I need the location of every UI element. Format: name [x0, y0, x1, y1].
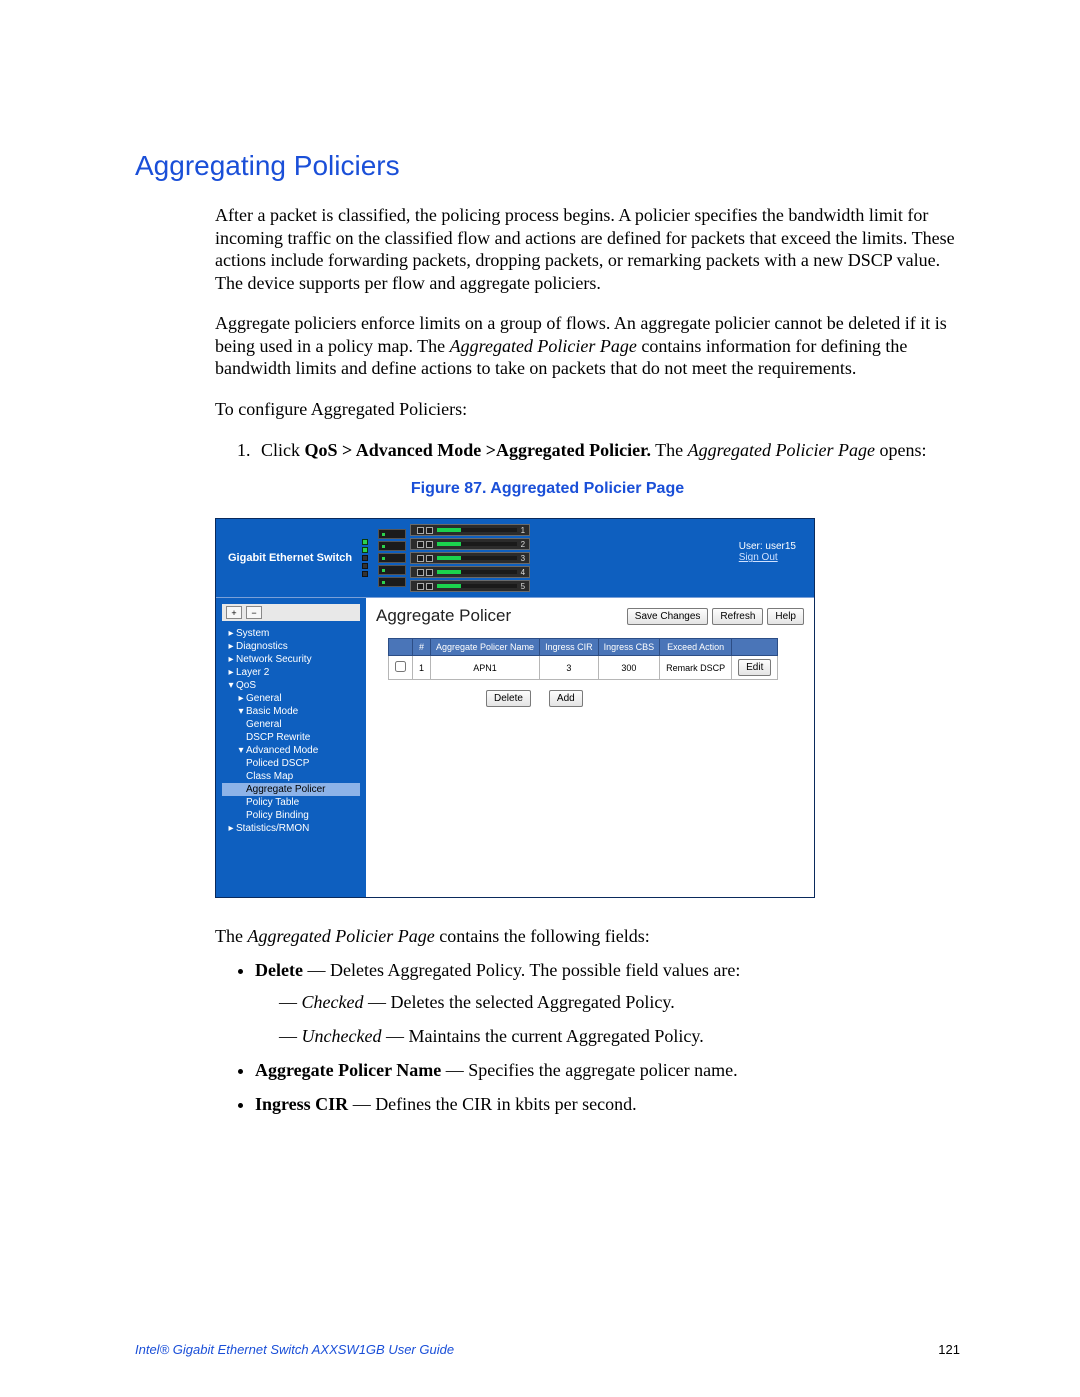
field-apn-desc: — Specifies the aggregate policer name. [441, 1060, 737, 1080]
help-button[interactable]: Help [767, 608, 804, 625]
p2-em: Aggregated Policier Page [450, 336, 637, 356]
figure-caption: Figure 87. Aggregated Policier Page [135, 480, 960, 498]
page-number: 121 [938, 1342, 960, 1357]
tree-system-label: System [236, 628, 269, 639]
tree-policed-dscp[interactable]: Policed DSCP [222, 757, 360, 770]
tree-dscp-rewrite[interactable]: DSCP Rewrite [222, 731, 360, 744]
chassis-graphic: 1 2 3 4 5 [410, 520, 530, 596]
tree-qos[interactable]: ▾QoS [222, 679, 360, 692]
step-1: Click QoS > Advanced Mode >Aggregated Po… [255, 438, 960, 462]
value-checked: Checked — Deletes the selected Aggregate… [279, 989, 960, 1017]
field-delete-desc: — Deletes Aggregated Policy. The possibl… [303, 960, 740, 980]
policer-table: # Aggregate Policer Name Ingress CIR Ing… [388, 638, 778, 680]
intro-paragraph-2: Aggregate policiers enforce limits on a … [215, 312, 960, 380]
row-index: 1 [413, 656, 431, 680]
add-button[interactable]: Add [549, 690, 583, 707]
row-checkbox[interactable] [395, 661, 406, 672]
user-block: User: user15 Sign Out [739, 541, 796, 563]
content-title: Aggregate Policer [376, 606, 511, 626]
th-exceed: Exceed Action [660, 639, 732, 656]
checked-desc: — Deletes the selected Aggregated Policy… [363, 992, 674, 1012]
configure-lead: To configure Aggregated Policiers: [215, 398, 960, 421]
tree-basic-mode[interactable]: ▾Basic Mode [222, 705, 360, 718]
expand-all-button[interactable]: + [226, 606, 242, 619]
field-apn: Aggregate Policer Name — Specifies the a… [255, 1057, 960, 1085]
step1-mid: The [651, 440, 688, 460]
tree-basic-label: Basic Mode [246, 706, 298, 717]
tree-diagnostics[interactable]: ▸Diagnostics [222, 640, 360, 653]
fields-lead-em: Aggregated Policier Page [247, 926, 434, 946]
screenshot: Gigabit Ethernet Switch 1 2 3 4 5 [215, 518, 815, 898]
th-action [732, 639, 778, 656]
fields-lead-post: contains the following fields: [435, 926, 650, 946]
field-cir-label: Ingress CIR [255, 1094, 348, 1114]
section-heading: Aggregating Policiers [135, 150, 960, 182]
th-index: # [413, 639, 431, 656]
sign-out-link[interactable]: Sign Out [739, 552, 778, 563]
steps-list: Click QoS > Advanced Mode >Aggregated Po… [255, 438, 960, 462]
step1-post: opens: [875, 440, 927, 460]
delete-values: Checked — Deletes the selected Aggregate… [279, 989, 960, 1051]
led-column [362, 533, 374, 583]
row-exceed: Remark DSCP [660, 656, 732, 680]
user-label: User: user15 [739, 541, 796, 552]
unchecked-desc: — Maintains the current Aggregated Polic… [381, 1026, 703, 1046]
tree-advanced-label: Advanced Mode [246, 745, 318, 756]
content-area: Aggregate Policer Save Changes Refresh H… [366, 598, 814, 897]
page-footer: Intel® Gigabit Ethernet Switch AXXSW1GB … [135, 1342, 960, 1357]
row-cir: 3 [540, 656, 599, 680]
field-delete: Delete — Deletes Aggregated Policy. The … [255, 957, 960, 1051]
tree-tools: + − [222, 604, 360, 621]
tree-netsec-label: Network Security [236, 654, 312, 665]
save-changes-button[interactable]: Save Changes [627, 608, 709, 625]
tree-general[interactable]: ▸General [222, 692, 360, 705]
tree-stats-label: Statistics/RMON [236, 823, 309, 834]
table-row: 1 APN1 3 300 Remark DSCP Edit [389, 656, 778, 680]
th-cbs: Ingress CBS [598, 639, 660, 656]
fields-list: Delete — Deletes Aggregated Policy. The … [255, 957, 960, 1118]
refresh-button[interactable]: Refresh [712, 608, 763, 625]
step1-bold: QoS > Advanced Mode >Aggregated Policier… [305, 440, 652, 460]
tree-system[interactable]: ▸System [222, 627, 360, 640]
tree-statistics[interactable]: ▸Statistics/RMON [222, 822, 360, 835]
tree-diagnostics-label: Diagnostics [236, 641, 288, 652]
port-column [378, 525, 406, 591]
th-cir: Ingress CIR [540, 639, 599, 656]
sidebar: + − ▸System ▸Diagnostics ▸Network Securi… [216, 598, 366, 897]
tree-layer2-label: Layer 2 [236, 667, 269, 678]
th-name: Aggregate Policer Name [431, 639, 540, 656]
field-cir: Ingress CIR — Defines the CIR in kbits p… [255, 1091, 960, 1119]
product-title: Gigabit Ethernet Switch [216, 519, 352, 597]
step1-em: Aggregated Policier Page [688, 440, 875, 460]
th-checkbox [389, 639, 413, 656]
banner-graphic: 1 2 3 4 5 [362, 519, 530, 597]
step1-pre: Click [261, 440, 305, 460]
field-delete-label: Delete [255, 960, 303, 980]
tree-general-label: General [246, 693, 282, 704]
unchecked-key: Unchecked [302, 1026, 382, 1046]
fields-lead-pre: The [215, 926, 247, 946]
fields-lead: The Aggregated Policier Page contains th… [215, 926, 960, 947]
row-cbs: 300 [598, 656, 660, 680]
tree-layer2[interactable]: ▸Layer 2 [222, 666, 360, 679]
checked-key: Checked [302, 992, 364, 1012]
footer-guide: Intel® Gigabit Ethernet Switch AXXSW1GB … [135, 1342, 454, 1357]
collapse-all-button[interactable]: − [246, 606, 262, 619]
banner: Gigabit Ethernet Switch 1 2 3 4 5 [216, 519, 814, 597]
tree-policy-table[interactable]: Policy Table [222, 796, 360, 809]
delete-button[interactable]: Delete [486, 690, 531, 707]
tree-aggregate-policer[interactable]: Aggregate Policer [222, 783, 360, 796]
tree-basic-general[interactable]: General [222, 718, 360, 731]
tree-class-map[interactable]: Class Map [222, 770, 360, 783]
row-name: APN1 [431, 656, 540, 680]
edit-button[interactable]: Edit [738, 659, 771, 676]
field-apn-label: Aggregate Policer Name [255, 1060, 441, 1080]
tree-advanced-mode[interactable]: ▾Advanced Mode [222, 744, 360, 757]
tree-policy-binding[interactable]: Policy Binding [222, 809, 360, 822]
tree-qos-label: QoS [236, 680, 256, 691]
field-cir-desc: — Defines the CIR in kbits per second. [348, 1094, 636, 1114]
tree-network-security[interactable]: ▸Network Security [222, 653, 360, 666]
intro-paragraph-1: After a packet is classified, the polici… [215, 204, 960, 294]
value-unchecked: Unchecked — Maintains the current Aggreg… [279, 1023, 960, 1051]
